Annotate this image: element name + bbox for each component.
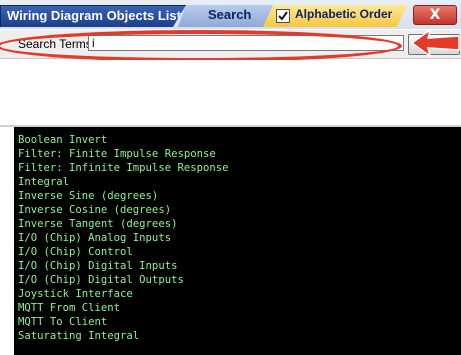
list-item[interactable]: Filter: Infinite Impulse Response	[18, 161, 461, 175]
list-item[interactable]: Integral	[18, 175, 461, 189]
tab-objects-list-label: Wiring Diagram Objects List	[7, 8, 181, 23]
list-item[interactable]: I/O (Chip) Analog Inputs	[18, 231, 461, 245]
left-gutter	[0, 127, 14, 355]
results-list: Boolean Invert Filter: Finite Impulse Re…	[14, 127, 461, 355]
list-item[interactable]: Joystick Interface	[18, 287, 461, 301]
list-item[interactable]: Inverse Tangent (degrees)	[18, 217, 461, 231]
alphabetic-order-checkbox[interactable]	[276, 9, 290, 23]
list-item[interactable]: Boolean Invert	[18, 133, 461, 147]
list-item[interactable]: I/O (Chip) Control	[18, 245, 461, 259]
tab-bar: Search Alphabetic Order Wiring Diagram O…	[0, 0, 461, 29]
list-item[interactable]: Saturating Integral	[18, 329, 461, 343]
tab-search[interactable]: Search	[178, 5, 276, 27]
tab-search-label: Search	[208, 7, 252, 22]
window-close-button[interactable]: X	[413, 5, 457, 25]
empty-panel	[0, 60, 461, 126]
check-icon	[278, 11, 288, 21]
list-item[interactable]: Inverse Sine (degrees)	[18, 189, 461, 203]
tab-objects-list[interactable]: Wiring Diagram Objects List	[0, 5, 186, 27]
arrow-left-icon	[410, 28, 460, 58]
list-item[interactable]: MQTT To Client	[18, 315, 461, 329]
tab-alphabetic-order[interactable]: Alphabetic Order	[263, 5, 408, 27]
list-item[interactable]: Inverse Cosine (degrees)	[18, 203, 461, 217]
list-item[interactable]: Filter: Finite Impulse Response	[18, 147, 461, 161]
tab-alphabetic-order-label: Alphabetic Order	[295, 7, 393, 21]
list-item[interactable]: MQTT From Client	[18, 301, 461, 315]
list-item[interactable]: I/O (Chip) Digital Outputs	[18, 273, 461, 287]
highlight-ellipse	[0, 30, 402, 62]
list-item[interactable]: I/O (Chip) Digital Inputs	[18, 259, 461, 273]
